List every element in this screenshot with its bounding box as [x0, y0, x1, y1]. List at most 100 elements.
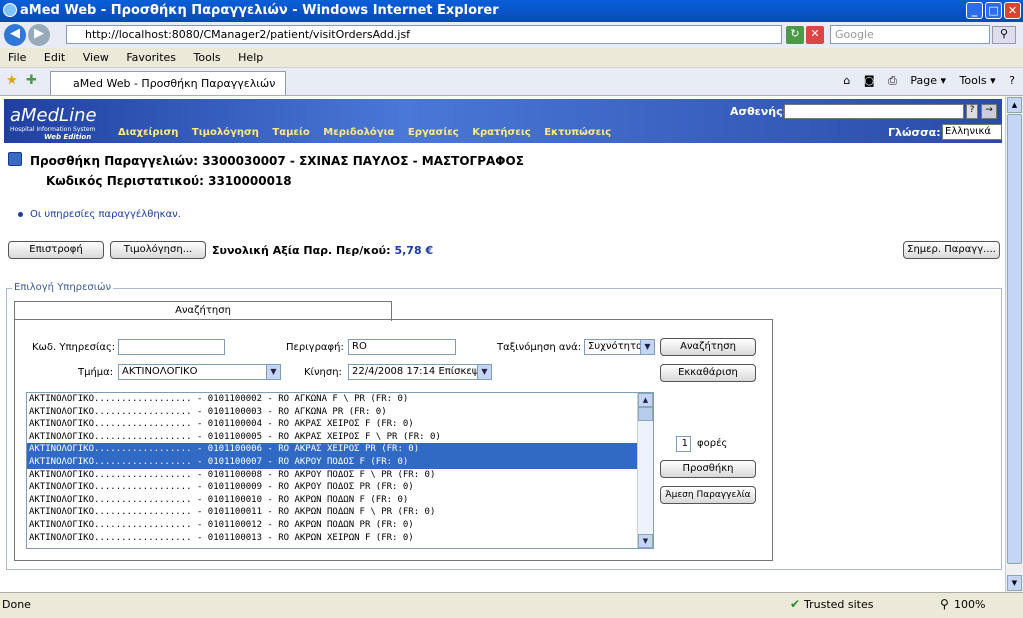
- list-scrollbar[interactable]: ▲ ▼: [637, 393, 653, 548]
- patient-go-icon[interactable]: →: [981, 104, 997, 119]
- nav-bookings[interactable]: Κρατήσεις: [472, 127, 530, 138]
- services-listbox[interactable]: ΑΚΤΙΝΟΛΟΓΙΚΟ.................. - 0101100…: [26, 392, 654, 549]
- search-input[interactable]: Google: [830, 25, 990, 44]
- case-code: Κωδικός Περιστατικού: 3310000018: [46, 174, 292, 188]
- invoice-button[interactable]: Τιμολόγηση...: [110, 241, 206, 259]
- department-select[interactable]: ΑΚΤΙΝΟΛΟΓΙΚΟ ▼: [118, 364, 281, 380]
- total-value-row: Συνολική Αξία Παρ. Περ/κού: 5,78 €: [212, 244, 433, 257]
- scroll-up-icon[interactable]: ▲: [638, 393, 653, 407]
- scroll-up-icon[interactable]: ▲: [1007, 97, 1022, 113]
- app-nav: Διαχείριση Τιμολόγηση Ταμείο Μεριδολόγια…: [118, 125, 621, 138]
- logo-text: aMedLine: [10, 105, 97, 126]
- status-bar: Done ✔ Trusted sites ⚲ 100%: [0, 592, 1023, 618]
- description-input[interactable]: RO: [348, 339, 456, 355]
- list-item[interactable]: ΑΚΤΙΝΟΛΟΓΙΚΟ.................. - 0101100…: [27, 481, 653, 494]
- total-value: 5,78 €: [394, 244, 434, 257]
- search-button[interactable]: Αναζήτηση: [660, 338, 756, 356]
- list-item[interactable]: ΑΚΤΙΝΟΛΟΓΙΚΟ.................. - 0101100…: [27, 469, 653, 482]
- nav-shares[interactable]: Μεριδολόγια: [323, 127, 394, 138]
- nav-admin[interactable]: Διαχείριση: [118, 127, 178, 138]
- page-scrollbar[interactable]: ▲ ▼: [1005, 96, 1023, 592]
- nav-cashier[interactable]: Ταμείο: [272, 127, 309, 138]
- security-zone[interactable]: Trusted sites: [804, 598, 874, 611]
- list-item[interactable]: ΑΚΤΙΝΟΛΟΓΙΚΟ.................. - 0101100…: [27, 532, 653, 545]
- menu-bar: File Edit View Favorites Tools Help: [0, 48, 1023, 68]
- nav-tasks[interactable]: Εργασίες: [408, 127, 459, 138]
- language-label: Γλώσσα:: [888, 126, 941, 139]
- department-label: Τμήμα:: [78, 367, 114, 378]
- stop-icon[interactable]: ✕: [806, 26, 824, 44]
- description-label: Περιγραφή:: [286, 342, 344, 353]
- feeds-icon[interactable]: ◙: [864, 74, 875, 87]
- visit-select[interactable]: 22/4/2008 17:14 Επίσκεψη ▼: [348, 364, 492, 380]
- list-item[interactable]: ΑΚΤΙΝΟΛΟΓΙΚΟ.................. - 0101100…: [27, 506, 653, 519]
- back-button[interactable]: Επιστροφή: [8, 241, 104, 259]
- zoom-level[interactable]: 100%: [954, 598, 985, 611]
- menu-help[interactable]: Help: [230, 48, 269, 64]
- scroll-thumb[interactable]: [638, 407, 653, 421]
- chevron-down-icon: ▼: [477, 365, 491, 379]
- list-item[interactable]: ΑΚΤΙΝΟΛΟΓΙΚΟ.................. - 0101100…: [27, 431, 653, 444]
- favorites-star-icon[interactable]: ★: [6, 73, 18, 88]
- page-icon: [8, 152, 22, 166]
- menu-file[interactable]: File: [0, 48, 32, 64]
- nav-prints[interactable]: Εκτυπώσεις: [544, 127, 611, 138]
- service-code-input[interactable]: [118, 339, 225, 355]
- list-item[interactable]: ΑΚΤΙΝΟΛΟΓΙΚΟ.................. - 0101100…: [27, 455, 653, 469]
- forward-icon[interactable]: ▶: [28, 24, 50, 46]
- scroll-down-icon[interactable]: ▼: [1007, 575, 1022, 591]
- list-item[interactable]: ΑΚΤΙΝΟΛΟΓΙΚΟ.................. - 0101100…: [27, 406, 653, 419]
- print-icon[interactable]: ⎙: [888, 74, 897, 87]
- minimize-icon[interactable]: _: [966, 2, 983, 19]
- patient-label: Ασθενής:: [730, 105, 788, 118]
- list-item[interactable]: ΑΚΤΙΝΟΛΟΓΙΚΟ.................. - 0101100…: [27, 443, 653, 456]
- tab-search[interactable]: Αναζήτηση: [14, 301, 392, 321]
- page-scroll-thumb[interactable]: [1007, 114, 1022, 564]
- menu-tools[interactable]: Tools: [186, 48, 227, 64]
- tab-bar: ★ ✚ aMed Web - Προσθήκη Παραγγελιών ⌂ ◙ …: [0, 68, 1023, 96]
- success-message: Οι υπηρεσίες παραγγέλθηκαν.: [30, 209, 181, 220]
- help-icon[interactable]: ?: [1009, 74, 1015, 87]
- patient-help-button[interactable]: ?: [966, 104, 978, 119]
- status-text: Done: [2, 598, 31, 611]
- check-icon: ✔: [790, 597, 801, 611]
- list-item[interactable]: ΑΚΤΙΝΟΛΟΓΙΚΟ.................. - 0101100…: [27, 418, 653, 431]
- address-field[interactable]: http://localhost:8080/CManager2/patient/…: [66, 25, 782, 44]
- page-menu[interactable]: Page ▾: [910, 74, 946, 87]
- times-label: φορές: [697, 438, 728, 449]
- patient-search-input[interactable]: [784, 104, 964, 119]
- add-button[interactable]: Προσθήκη: [660, 460, 756, 478]
- direct-order-button[interactable]: Άμεση Παραγγελία: [660, 486, 756, 504]
- clear-button[interactable]: Εκκαθάριση: [660, 364, 756, 382]
- search-icon[interactable]: ⚲: [992, 26, 1016, 44]
- language-value: Ελληνικά: [945, 126, 991, 137]
- list-item[interactable]: ΑΚΤΙΝΟΛΟΓΙΚΟ.................. - 0101100…: [27, 393, 653, 406]
- window-title: aMed Web - Προσθήκη Παραγγελιών - Window…: [20, 3, 499, 18]
- language-select[interactable]: Ελληνικά: [942, 124, 1002, 140]
- nav-invoicing[interactable]: Τιμολόγηση: [192, 127, 259, 138]
- ie-icon: [3, 3, 17, 17]
- times-input[interactable]: 1: [676, 436, 691, 452]
- browser-tab[interactable]: aMed Web - Προσθήκη Παραγγελιών: [50, 71, 286, 95]
- department-value: ΑΚΤΙΝΟΛΟΓΙΚΟ: [122, 366, 198, 377]
- chevron-down-icon: ▼: [640, 340, 654, 354]
- home-icon[interactable]: ⌂: [843, 74, 850, 87]
- list-item[interactable]: ΑΚΤΙΝΟΛΟΓΙΚΟ.................. - 0101100…: [27, 519, 653, 532]
- list-item[interactable]: ΑΚΤΙΝΟΛΟΓΙΚΟ.................. - 0101100…: [27, 494, 653, 507]
- app-header: aMedLine Hospital Information System Web …: [4, 99, 1002, 143]
- sort-value: Συχνότητα: [588, 341, 643, 352]
- services-legend: Επιλογή Υπηρεσιών: [12, 282, 114, 293]
- menu-view[interactable]: View: [75, 48, 115, 64]
- today-orders-button[interactable]: Σημερ. Παραγγ....: [903, 241, 1000, 259]
- maximize-icon[interactable]: □: [985, 2, 1002, 19]
- refresh-icon[interactable]: ↻: [786, 26, 804, 44]
- scroll-down-icon[interactable]: ▼: [638, 534, 653, 548]
- page-title: Προσθήκη Παραγγελιών: 3300030007 - ΣΧΙΝΑ…: [30, 154, 524, 168]
- close-icon[interactable]: ✕: [1004, 2, 1021, 19]
- sort-select[interactable]: Συχνότητα ▼: [584, 339, 655, 355]
- menu-favorites[interactable]: Favorites: [118, 48, 182, 64]
- tools-menu[interactable]: Tools ▾: [960, 74, 996, 87]
- menu-edit[interactable]: Edit: [36, 48, 71, 64]
- add-favorite-icon[interactable]: ✚: [26, 73, 37, 88]
- back-icon[interactable]: ◀: [4, 24, 26, 46]
